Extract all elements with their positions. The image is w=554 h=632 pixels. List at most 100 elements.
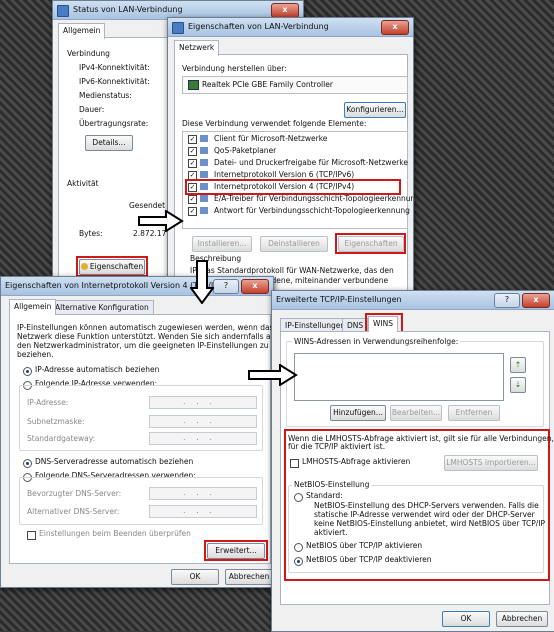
arrow-down-icon — [190, 260, 214, 304]
bytes-label: Bytes: — [79, 229, 103, 238]
auto-dns-label[interactable]: DNS-Serveradresse automatisch beziehen — [35, 457, 193, 467]
close-button[interactable]: x — [241, 279, 269, 294]
subnet-label: Subnetzmaske: — [27, 417, 85, 426]
netbios-disable-label[interactable]: NetBIOS über TCP/IP deaktivieren — [306, 555, 431, 565]
close-button[interactable]: x — [271, 3, 299, 18]
gateway-field[interactable]: ... — [149, 432, 257, 445]
description-line: IP, das Standardprotokoll für WAN-Netzwe… — [190, 266, 394, 275]
highlight-advanced — [204, 540, 268, 561]
tab-alternate-config[interactable]: Alternative Konfiguration — [50, 300, 154, 314]
lmhosts-import-button[interactable]: LMHOSTS importieren... — [444, 455, 538, 471]
arrow-right-icon — [138, 210, 184, 232]
ip-address-field[interactable]: ... — [149, 396, 257, 409]
netbios-disable-radio[interactable] — [294, 557, 303, 566]
edit-button[interactable]: Bearbeiten... — [390, 405, 442, 421]
close-button[interactable]: x — [381, 20, 409, 35]
lmhosts-checkbox[interactable] — [290, 459, 299, 468]
ipv6-label: IPv6-Konnektivität: — [79, 77, 150, 86]
subnet-field[interactable]: ... — [149, 415, 257, 428]
arrow-right-icon — [248, 364, 298, 386]
adapter-name: Realtek PCIe GBE Family Controller — [202, 80, 333, 89]
list-item[interactable]: Client für Microsoft-Netzwerke — [214, 134, 327, 144]
cancel-button[interactable]: Abbrechen — [225, 569, 273, 585]
help-button[interactable]: ? — [494, 293, 520, 308]
ip-address-label: IP-Adresse: — [27, 398, 69, 407]
netbios-enable-radio[interactable] — [294, 543, 303, 552]
speed-label: Übertragungsrate: — [79, 119, 149, 128]
intro-text: den Netzwerkadministrator, um die geeign… — [17, 341, 269, 350]
remove-button[interactable]: Entfernen — [448, 405, 500, 421]
intro-text: beziehen. — [17, 350, 54, 359]
move-down-button[interactable]: ⇣ — [510, 377, 526, 393]
list-item[interactable]: QoS-Paketplaner — [214, 146, 276, 156]
wins-order-label: WINS-Adressen in Verwendungsreihenfolge: — [292, 337, 461, 347]
lmhosts-label[interactable]: LMHOSTS-Abfrage aktivieren — [302, 457, 410, 467]
add-button[interactable]: Hinzufügen... — [330, 405, 386, 421]
auto-ip-label[interactable]: IP-Adresse automatisch beziehen — [35, 365, 159, 375]
uninstall-button[interactable]: Deinstallieren — [260, 236, 328, 252]
preferred-dns-label: Bevorzugter DNS-Server: — [27, 489, 122, 498]
duration-label: Dauer: — [79, 105, 105, 114]
ok-button[interactable]: OK — [442, 611, 490, 627]
item-checkbox[interactable]: ✓ — [188, 135, 197, 144]
item-checkbox[interactable]: ✓ — [188, 147, 197, 156]
netbios-default-desc: aktiviert. — [314, 528, 348, 537]
lan-titlebar[interactable]: Eigenschaften von LAN-Verbindung x — [168, 18, 413, 37]
ipv4-properties-window: Eigenschaften von Internetprotokoll Vers… — [0, 276, 274, 588]
network-icon — [172, 22, 184, 34]
highlight-lan-properties — [335, 233, 406, 254]
preferred-dns-field[interactable]: ... — [149, 487, 257, 500]
netbios-default-label[interactable]: Standard: — [306, 491, 343, 501]
configure-button[interactable]: Konfigurieren... — [344, 102, 406, 118]
tab-wins[interactable]: WINS — [368, 316, 398, 332]
tab-network[interactable]: Netzwerk — [174, 40, 220, 56]
protocol-icon — [200, 135, 208, 215]
gateway-label: Standardgateway: — [27, 434, 96, 443]
advanced-title: Erweiterte TCP/IP-Einstellungen — [276, 295, 402, 304]
tab-general[interactable]: Allgemein — [58, 23, 106, 39]
list-item[interactable]: Antwort für Verbindungsschicht-Topologie… — [214, 206, 410, 216]
validate-checkbox[interactable] — [27, 531, 36, 540]
item-checkbox[interactable]: ✓ — [188, 195, 197, 204]
advanced-titlebar[interactable]: Erweiterte TCP/IP-Einstellungen ? x — [272, 291, 554, 310]
details-button[interactable]: Details... — [85, 135, 133, 151]
netbios-default-desc: keine NetBIOS-Einstellung anbietet, wird… — [314, 519, 545, 528]
highlight-ipv4-item — [185, 179, 401, 195]
ipv4-titlebar[interactable]: Eigenschaften von Internetprotokoll Vers… — [1, 277, 273, 296]
advanced-tcpip-window: Erweiterte TCP/IP-Einstellungen ? x IP-E… — [271, 290, 554, 632]
validate-label[interactable]: Einstellungen beim Beenden überprüfen — [39, 529, 191, 539]
list-item[interactable]: E/A-Treiber für Verbindungsschicht-Topol… — [214, 194, 413, 204]
wins-address-list[interactable] — [294, 353, 504, 401]
netbios-enable-label[interactable]: NetBIOS über TCP/IP aktivieren — [306, 541, 422, 551]
uses-items-label: Diese Verbindung verwendet folgende Elem… — [182, 119, 367, 128]
lan-properties-window: Eigenschaften von LAN-Verbindung x Netzw… — [167, 17, 414, 294]
tab-general[interactable]: Allgemein — [9, 299, 57, 315]
move-up-button[interactable]: ⇡ — [510, 357, 526, 373]
close-button[interactable]: x — [522, 293, 550, 308]
help-button[interactable]: ? — [213, 279, 239, 294]
status-title: Status von LAN-Verbindung — [73, 5, 183, 14]
netbios-heading: NetBIOS-Einstellung — [292, 480, 372, 490]
item-checkbox[interactable]: ✓ — [188, 207, 197, 216]
network-icon — [57, 5, 69, 17]
connect-using-label: Verbindung herstellen über: — [182, 64, 287, 73]
tab-ip-settings[interactable]: IP-Einstellungen — [280, 318, 351, 332]
media-label: Medienstatus: — [79, 91, 132, 100]
auto-dns-radio[interactable] — [23, 459, 32, 468]
item-checkbox[interactable]: ✓ — [188, 159, 197, 168]
highlight-properties — [76, 256, 148, 277]
activity-heading: Aktivität — [67, 179, 99, 188]
alternate-dns-label: Alternativer DNS-Server: — [27, 507, 120, 516]
adapter-icon — [188, 80, 199, 90]
cancel-button[interactable]: Abbrechen — [496, 611, 548, 627]
lan-title: Eigenschaften von LAN-Verbindung — [188, 22, 329, 31]
install-button[interactable]: Installieren... — [192, 236, 252, 252]
alternate-dns-field[interactable]: ... — [149, 505, 257, 518]
auto-ip-radio[interactable] — [23, 367, 32, 376]
ok-button[interactable]: OK — [171, 569, 219, 585]
lmhosts-info: für die TCP/IP aktiviert ist. — [288, 442, 386, 451]
description-line: hiedene, miteinander verbundene — [260, 276, 389, 285]
netbios-default-radio[interactable] — [294, 493, 303, 502]
connection-heading: Verbindung — [67, 49, 110, 58]
list-item[interactable]: Datei- und Druckerfreigabe für Microsoft… — [214, 158, 408, 168]
